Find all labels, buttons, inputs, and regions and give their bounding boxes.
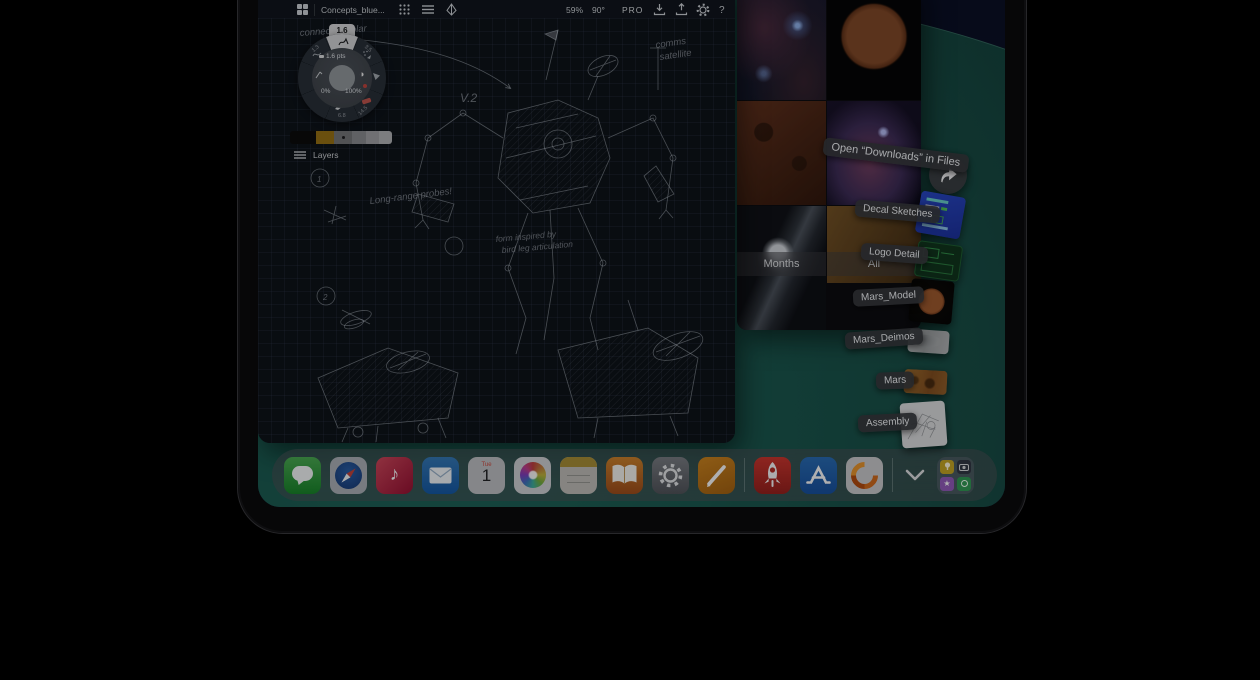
dock-icon-books[interactable] bbox=[606, 457, 643, 494]
envelope-icon bbox=[429, 467, 452, 484]
concepts-window: connect to solar comms satellite V.2 Lon… bbox=[258, 0, 735, 443]
share-export-icon[interactable] bbox=[675, 3, 688, 16]
brush-mini-icon bbox=[315, 70, 324, 80]
swatch-black[interactable] bbox=[290, 131, 316, 144]
min-opacity-label: 0% bbox=[321, 88, 330, 95]
decal-mark-1 bbox=[926, 197, 948, 204]
app-store-a-icon bbox=[800, 457, 837, 494]
music-note-icon: ♪ bbox=[390, 464, 400, 486]
swatch-gray-4[interactable] bbox=[379, 131, 392, 144]
annotation-marker-1: 1 bbox=[317, 175, 321, 184]
notes-line-1 bbox=[567, 475, 590, 477]
dock-icon-messages[interactable] bbox=[284, 457, 321, 494]
decal-mark-3 bbox=[941, 207, 947, 211]
menu-lines-icon[interactable] bbox=[421, 3, 435, 16]
projects-grid-icon[interactable] bbox=[296, 3, 309, 16]
calendar-day: 1 bbox=[468, 468, 505, 484]
brush-size-bottom: 6.8 bbox=[338, 113, 346, 119]
color-swatch-bar bbox=[290, 131, 392, 144]
scene: Months All bbox=[0, 0, 1260, 680]
annotation-version: V.2 bbox=[460, 91, 477, 105]
dock-icon-sketch-pen[interactable] bbox=[698, 457, 735, 494]
notes-yellow-band bbox=[560, 457, 597, 467]
brush-detail-label: 1.6 pts bbox=[326, 53, 346, 60]
layers-button[interactable]: Layers bbox=[294, 150, 339, 160]
app-library-green-tile bbox=[957, 477, 971, 491]
zoom-level[interactable]: 59% bbox=[566, 5, 583, 15]
photo-horsehead-nebula[interactable] bbox=[737, 0, 826, 100]
gear-icon bbox=[652, 457, 689, 494]
notes-line-2 bbox=[567, 482, 590, 484]
opacity-marker-dot bbox=[363, 84, 367, 88]
app-library-tips-tile bbox=[940, 460, 954, 474]
chat-bubble-tail bbox=[294, 478, 305, 490]
drag-label-mars[interactable]: Mars bbox=[876, 371, 915, 389]
document-title[interactable]: Concepts_blue... bbox=[321, 5, 385, 15]
swatch-gray-selected[interactable] bbox=[334, 131, 352, 144]
settings-gear-icon[interactable] bbox=[696, 3, 710, 17]
concepts-c-swirl-icon bbox=[846, 457, 883, 494]
select-tool-icon bbox=[372, 72, 381, 81]
layers-menu-icon bbox=[294, 150, 306, 160]
brush-swatch-icon bbox=[319, 55, 324, 59]
months-label: Months bbox=[763, 258, 799, 270]
pen-nib-icon[interactable] bbox=[445, 3, 458, 16]
decal-mark-5 bbox=[922, 223, 948, 230]
logo-mark-2 bbox=[941, 252, 954, 255]
lightbulb-icon bbox=[944, 462, 951, 471]
dock-icon-concepts[interactable] bbox=[846, 457, 883, 494]
photos-months-segment[interactable]: Months bbox=[737, 252, 826, 276]
compass-needle-icon bbox=[335, 462, 362, 489]
photos-window: Months All bbox=[737, 0, 921, 330]
photo-mars-terrain[interactable] bbox=[737, 101, 826, 205]
open-book-icon bbox=[606, 457, 643, 494]
swatch-gold[interactable] bbox=[316, 131, 334, 144]
dock-icon-music[interactable]: ♪ bbox=[376, 457, 413, 494]
ring-icon bbox=[961, 480, 968, 487]
ipad-screen: Months All bbox=[258, 0, 1005, 507]
tool-wheel[interactable]: 1.6 bbox=[294, 24, 390, 126]
dock-icon-safari[interactable] bbox=[330, 457, 367, 494]
chevron-down-icon bbox=[902, 466, 928, 484]
precision-grid-icon[interactable] bbox=[398, 3, 411, 16]
chat-bubble-icon bbox=[292, 466, 313, 481]
rocket-icon bbox=[754, 457, 791, 494]
dock-icon-app-library[interactable]: ★ bbox=[937, 457, 974, 494]
camera-icon bbox=[959, 463, 969, 471]
help-icon[interactable]: ? bbox=[719, 5, 725, 16]
max-opacity-label: 100% bbox=[345, 88, 362, 95]
dock-divider-1 bbox=[744, 458, 745, 492]
drag-label-assembly[interactable]: Assembly bbox=[858, 412, 918, 432]
photo-mars-globe[interactable] bbox=[827, 0, 921, 100]
dock-collapse-button[interactable] bbox=[902, 466, 928, 484]
annotation-marker-2: 2 bbox=[322, 293, 328, 302]
photos-flower-icon bbox=[520, 462, 546, 488]
app-library-camera-tile bbox=[957, 460, 971, 474]
dock: ♪ Tue 1 bbox=[272, 449, 997, 501]
dock-icon-app-store[interactable] bbox=[800, 457, 837, 494]
import-icon[interactable] bbox=[653, 3, 666, 16]
toolbar-divider bbox=[314, 4, 315, 16]
swatch-gray-3[interactable] bbox=[366, 131, 379, 144]
dock-icon-calendar[interactable]: Tue 1 bbox=[468, 457, 505, 494]
dock-icon-settings[interactable] bbox=[652, 457, 689, 494]
pencil-tool-icon bbox=[338, 37, 350, 47]
dock-icon-notes[interactable] bbox=[560, 457, 597, 494]
pen-icon bbox=[698, 457, 735, 494]
dock-icon-photos[interactable] bbox=[514, 457, 551, 494]
swatch-gray-2[interactable] bbox=[352, 131, 366, 144]
layers-label: Layers bbox=[313, 150, 339, 160]
contrast-icon[interactable]: ◑ bbox=[359, 69, 364, 79]
pro-badge[interactable]: PRO bbox=[622, 5, 643, 15]
dock-divider-2 bbox=[892, 458, 893, 492]
dock-icon-rocket[interactable] bbox=[754, 457, 791, 494]
dock-icon-mail[interactable] bbox=[422, 457, 459, 494]
rotation-value[interactable]: 90° bbox=[592, 5, 605, 15]
app-library-star-tile: ★ bbox=[940, 477, 954, 491]
tool-wheel-inner[interactable]: 1.6 pts 0% 100% ◑ bbox=[312, 48, 372, 108]
